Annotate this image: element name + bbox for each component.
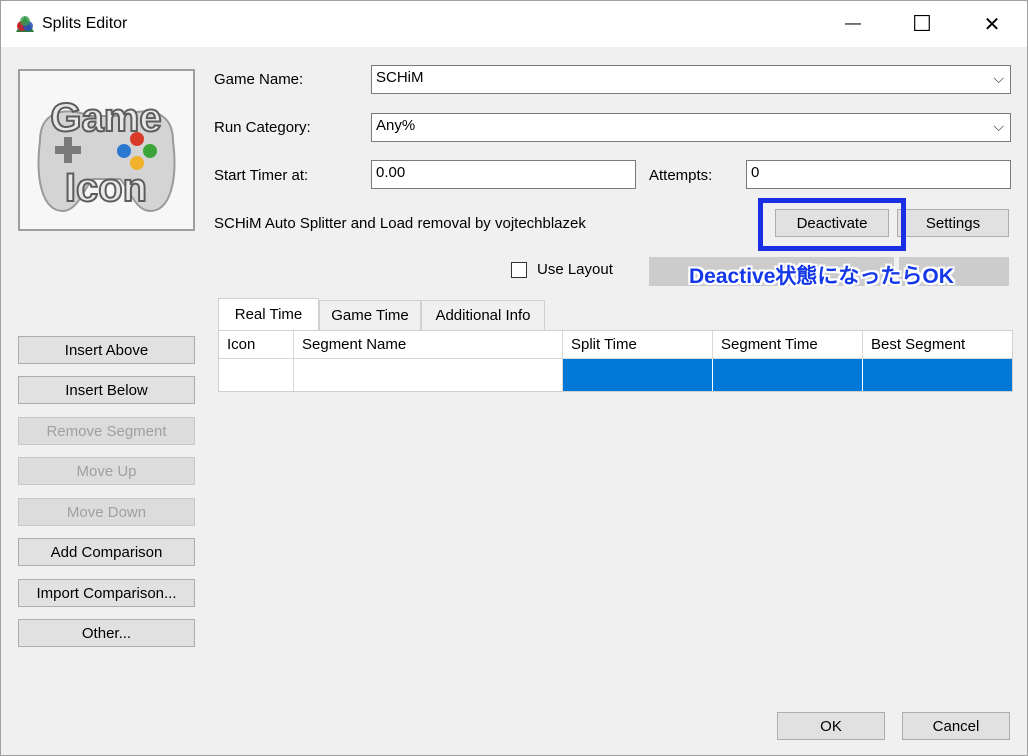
table-cell-best-segment[interactable] <box>863 359 1012 391</box>
attempts-label: Attempts: <box>649 167 713 184</box>
start-timer-input[interactable]: 0.00 <box>371 160 636 189</box>
game-name-label: Game Name: <box>214 71 304 88</box>
column-header-icon[interactable]: Icon <box>219 331 294 359</box>
tab-game-time[interactable]: Game Time <box>319 300 421 330</box>
minimize-icon: — <box>845 15 861 32</box>
add-comparison-button[interactable]: Add Comparison <box>18 538 195 566</box>
segments-table[interactable]: Icon Segment Name Split Time Segment Tim… <box>218 330 1013 392</box>
app-icon <box>16 16 34 32</box>
settings-button[interactable]: Settings <box>897 209 1009 237</box>
remove-segment-button[interactable]: Remove Segment <box>18 417 195 445</box>
maximize-icon: ☐ <box>912 11 932 36</box>
controller-icon: Game Icon <box>37 95 176 213</box>
run-category-combobox[interactable]: Any% ⌵ <box>371 113 1011 142</box>
game-icon-line2: Icon <box>65 166 147 210</box>
start-timer-label: Start Timer at: <box>214 167 309 184</box>
ok-button[interactable]: OK <box>777 712 885 740</box>
window-title: Splits Editor <box>42 15 128 32</box>
run-category-label: Run Category: <box>214 119 311 136</box>
title-bar: Splits Editor — ☐ ✕ <box>1 1 1027 47</box>
cancel-button[interactable]: Cancel <box>902 712 1010 740</box>
maximize-button[interactable]: ☐ <box>899 1 945 47</box>
attempts-input[interactable]: 0 <box>746 160 1011 189</box>
insert-below-button[interactable]: Insert Below <box>18 376 195 404</box>
tab-additional-info[interactable]: Additional Info <box>421 300 545 330</box>
game-icon-image[interactable]: Game Icon <box>18 69 195 231</box>
move-up-button[interactable]: Move Up <box>18 457 195 485</box>
tab-real-time[interactable]: Real Time <box>218 298 319 330</box>
column-header-segment-time[interactable]: Segment Time <box>713 331 863 359</box>
splits-editor-window: Splits Editor — ☐ ✕ Game Icon Game Name:… <box>0 0 1028 756</box>
game-name-combobox[interactable]: SCHiM ⌵ <box>371 65 1011 94</box>
annotation-text: Deactive状態になったらOK <box>689 265 954 288</box>
autosplitter-description: SCHiM Auto Splitter and Load removal by … <box>214 215 586 232</box>
column-header-best-segment[interactable]: Best Segment <box>863 331 1012 359</box>
use-layout-label: Use Layout <box>537 261 613 278</box>
game-icon-line1: Game <box>50 96 161 140</box>
insert-above-button[interactable]: Insert Above <box>18 336 195 364</box>
move-down-button[interactable]: Move Down <box>18 498 195 526</box>
table-cell-segment-time[interactable] <box>713 359 863 391</box>
table-cell-split-time[interactable] <box>563 359 713 391</box>
close-icon: ✕ <box>983 13 1001 36</box>
table-cell-segment-name[interactable] <box>294 359 563 391</box>
column-header-segment-name[interactable]: Segment Name <box>294 331 563 359</box>
game-name-value: SCHiM <box>376 69 424 86</box>
use-layout-checkbox[interactable] <box>511 262 527 278</box>
minimize-button[interactable]: — <box>830 1 876 47</box>
chevron-down-icon: ⌵ <box>993 70 1004 86</box>
close-button[interactable]: ✕ <box>969 1 1015 47</box>
chevron-down-icon: ⌵ <box>993 118 1004 134</box>
attempts-value: 0 <box>751 164 760 181</box>
start-timer-value: 0.00 <box>376 164 406 181</box>
annotation-highlight-box <box>758 198 906 251</box>
column-header-split-time[interactable]: Split Time <box>563 331 713 359</box>
other-button[interactable]: Other... <box>18 619 195 647</box>
run-category-value: Any% <box>376 117 416 134</box>
import-comparison-button[interactable]: Import Comparison... <box>18 579 195 607</box>
table-cell-icon[interactable] <box>219 359 294 391</box>
